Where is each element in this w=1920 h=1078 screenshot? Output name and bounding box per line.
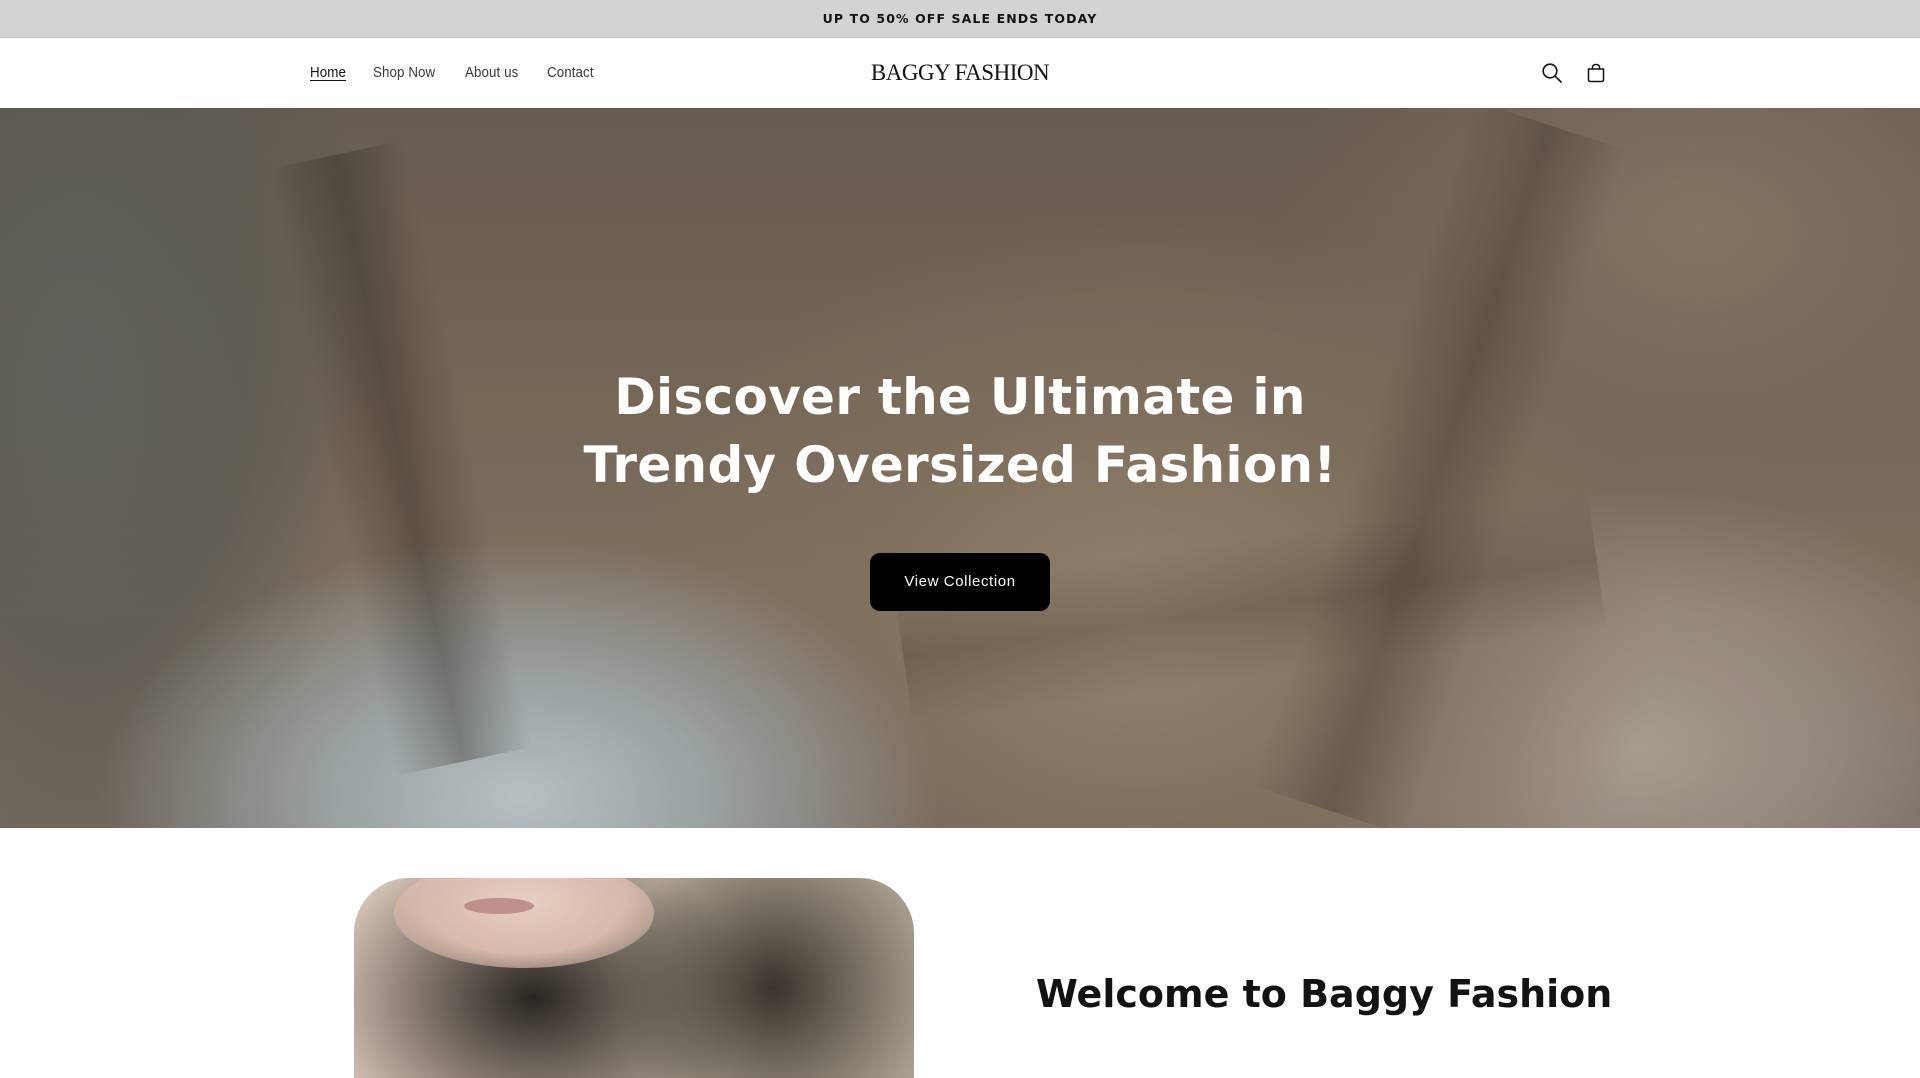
cart-button[interactable] bbox=[1576, 53, 1616, 93]
nav-link-about-us[interactable]: About us bbox=[465, 65, 518, 81]
main-nav: Home Shop Now About us Contact bbox=[310, 38, 622, 108]
announcement-text: UP TO 50% OFF SALE ENDS TODAY bbox=[822, 11, 1098, 26]
site-header: Home Shop Now About us Contact BAGGY FAS… bbox=[0, 38, 1920, 108]
header-icons bbox=[1528, 38, 1616, 108]
model-face-shape bbox=[394, 878, 654, 968]
view-collection-button[interactable]: View Collection bbox=[870, 552, 1050, 611]
welcome-section bbox=[0, 828, 1920, 1078]
search-icon bbox=[1542, 63, 1562, 83]
nav-link-contact[interactable]: Contact bbox=[547, 65, 594, 81]
hero-title: Discover the Ultimate in Trendy Oversize… bbox=[583, 368, 1337, 494]
model-lips-shape bbox=[464, 898, 534, 914]
hero-banner: Discover the Ultimate in Trendy Oversize… bbox=[0, 108, 1920, 828]
cart-icon bbox=[1587, 63, 1605, 83]
hero-content: Discover the Ultimate in Trendy Oversize… bbox=[0, 108, 1920, 828]
welcome-image bbox=[354, 878, 914, 1078]
nav-link-home[interactable]: Home bbox=[310, 65, 346, 81]
nav-link-shop-now[interactable]: Shop Now bbox=[373, 65, 435, 81]
search-button[interactable] bbox=[1532, 53, 1572, 93]
site-logo[interactable]: BAGGY FASHION bbox=[860, 38, 1060, 108]
welcome-title: Welcome to Baggy Fashion bbox=[1036, 972, 1613, 1016]
announcement-bar: UP TO 50% OFF SALE ENDS TODAY bbox=[0, 0, 1920, 38]
